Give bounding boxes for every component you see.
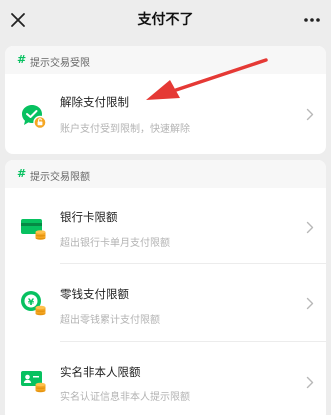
limits-card: # 提示交易限额 银行卡限额 超出银行卡单月支付限额 ¥ 零钱支付限额 超出零钱… bbox=[5, 160, 326, 415]
item-subtitle: 实名认证信息非本人提示限额 bbox=[60, 392, 190, 403]
more-icon bbox=[304, 18, 320, 22]
page-title: 支付不了 bbox=[137, 12, 194, 28]
section-title: 提示交易受限 bbox=[30, 58, 90, 69]
top-bar: 支付不了 bbox=[0, 0, 331, 40]
chevron-right-icon bbox=[306, 376, 314, 389]
item-title: 银行卡限额 bbox=[60, 210, 118, 224]
item-title: 解除支付限制 bbox=[60, 95, 129, 109]
list-item-change-limit[interactable]: ¥ 零钱支付限额 超出零钱累计支付限额 bbox=[5, 264, 326, 342]
item-subtitle: 超出银行卡单月支付限额 bbox=[60, 238, 170, 249]
chevron-right-icon bbox=[306, 297, 314, 310]
section-header: # 提示交易限额 bbox=[5, 160, 326, 188]
list-item-real-name-limit[interactable]: 实名非本人限额 实名认证信息非本人提示限额 bbox=[5, 342, 326, 415]
chat-unlock-icon bbox=[19, 102, 47, 130]
item-title: 零钱支付限额 bbox=[60, 287, 129, 301]
list-item-bank-card-limit[interactable]: 银行卡限额 超出银行卡单月支付限额 bbox=[5, 188, 326, 264]
list-item-unlock-payment[interactable]: 解除支付限制 账户支付受到限制，快速解除 bbox=[5, 74, 326, 154]
hash-mark: # bbox=[17, 53, 27, 66]
section-header: # 提示交易受限 bbox=[5, 46, 326, 74]
chevron-right-icon bbox=[306, 108, 314, 121]
wallet-coin-icon: ¥ bbox=[19, 289, 47, 317]
hash-mark: # bbox=[17, 167, 27, 180]
more-button[interactable] bbox=[302, 12, 322, 28]
item-subtitle: 超出零钱累计支付限额 bbox=[60, 315, 160, 326]
bank-card-icon bbox=[19, 214, 47, 242]
id-card-icon bbox=[19, 366, 47, 394]
section-title: 提示交易限额 bbox=[30, 172, 90, 183]
restriction-card: # 提示交易受限 解除支付限制 账户支付受到限制，快速解除 bbox=[5, 46, 326, 154]
item-title: 实名非本人限额 bbox=[60, 365, 141, 379]
item-subtitle: 账户支付受到限制，快速解除 bbox=[60, 124, 190, 135]
svg-text:¥: ¥ bbox=[28, 298, 35, 308]
chevron-right-icon bbox=[306, 221, 314, 234]
